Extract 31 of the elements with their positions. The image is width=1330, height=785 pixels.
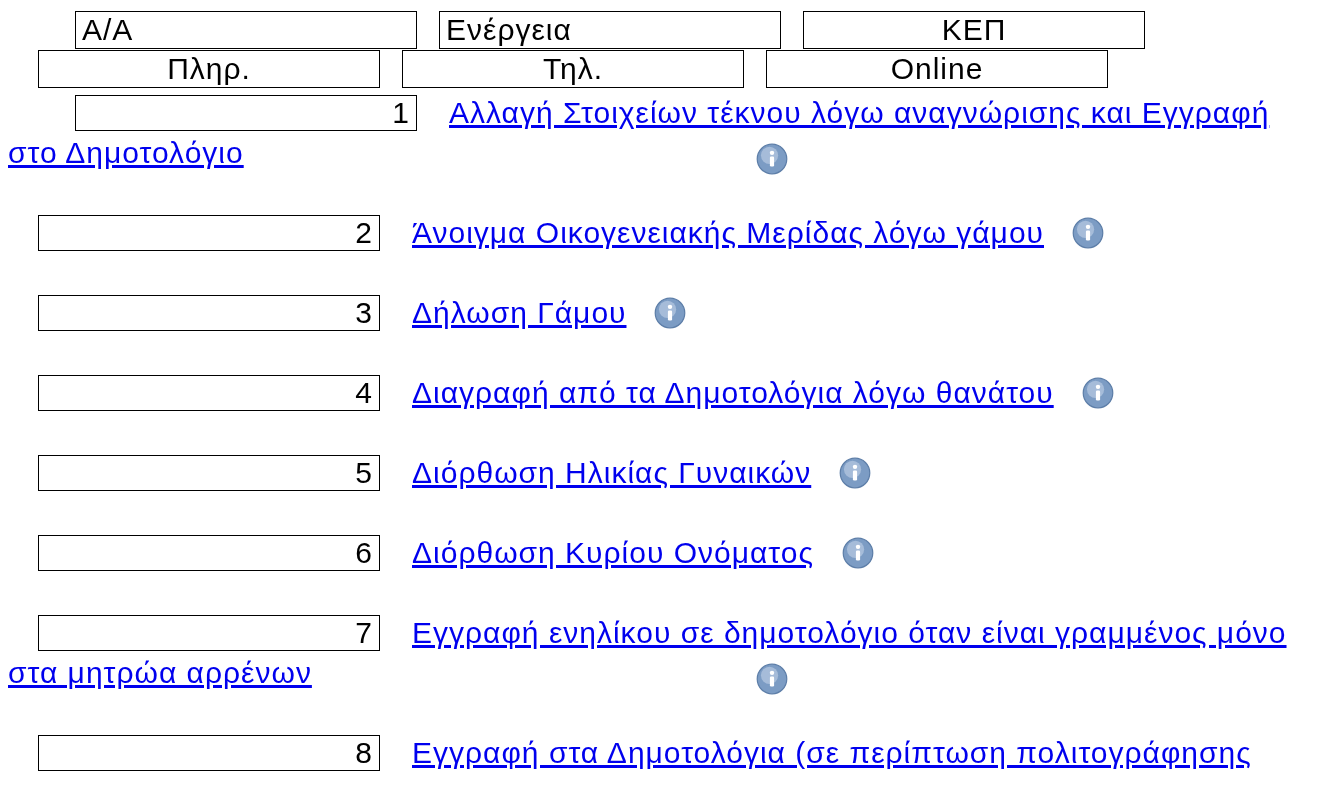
row-number: 7 (38, 615, 380, 651)
service-link[interactable]: Εγγραφή ενηλίκου σε δημοτολόγιο όταν είναι γραμμένος μόνο (412, 616, 1287, 650)
legend-label: ΚΕΠ (803, 11, 1145, 49)
service-link[interactable]: Διόρθωση Ηλικίας Γυναικών (412, 456, 812, 490)
legend-label: Ενέργεια (439, 11, 781, 49)
info-icon[interactable] (756, 143, 788, 175)
row-number: 8 (38, 735, 380, 771)
info-icon[interactable] (839, 457, 872, 489)
info-icon[interactable] (841, 537, 874, 569)
service-link[interactable]: Άνοιγμα Οικογενειακής Μερίδας λόγω γάμου (412, 216, 1044, 250)
legend-label: Α/Α (75, 11, 417, 49)
legend-label: Online (766, 50, 1108, 88)
legend-label: Πληρ. (38, 50, 380, 88)
service-link[interactable]: Διαγραφή από τα Δημοτολόγια λόγω θανάτου (412, 376, 1054, 410)
row-number: 5 (38, 455, 380, 491)
service-link[interactable]: Δήλωση Γάμου (412, 296, 627, 330)
service-link[interactable]: Εγγραφή στα Δημοτολόγια (σε περίπτωση πολιτογράφησης (412, 736, 1252, 770)
info-icon[interactable] (1072, 217, 1104, 249)
row-number: 1 (75, 95, 417, 131)
row-number: 2 (38, 215, 380, 251)
row-number: 4 (38, 375, 380, 411)
row-number: 6 (38, 535, 380, 571)
legend-label: Τηλ. (402, 50, 744, 88)
service-link[interactable]: Αλλαγή Στοιχείων τέκνου λόγω αναγνώρισης και Εγγραφή (449, 96, 1270, 130)
info-icon[interactable] (654, 297, 687, 329)
info-icon[interactable] (1081, 377, 1114, 409)
row-number: 3 (38, 295, 380, 331)
service-link[interactable]: Διόρθωση Κυρίου Ονόματος (412, 536, 814, 570)
service-link[interactable]: στα μητρώα αρρένων (8, 653, 756, 693)
info-icon[interactable] (756, 663, 788, 695)
service-link[interactable]: στο Δημοτολόγιο (8, 133, 756, 173)
